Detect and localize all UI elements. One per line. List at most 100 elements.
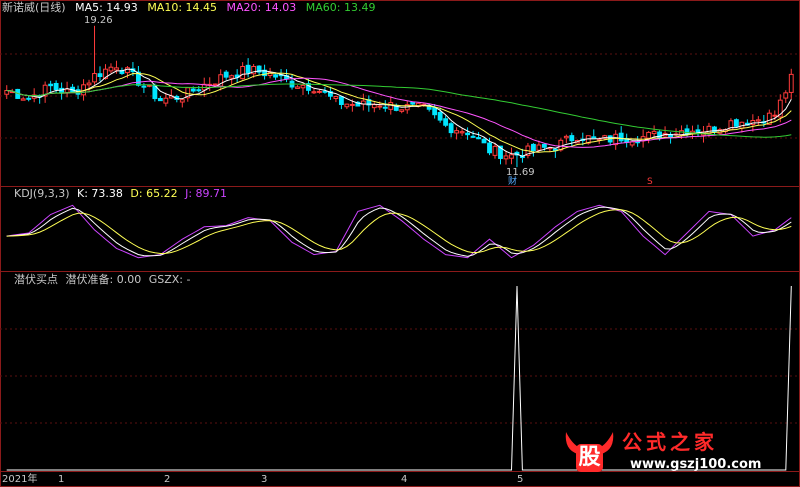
ma10-label: MA10: 14.45 bbox=[147, 1, 218, 14]
candle-body bbox=[651, 130, 657, 135]
candle-body bbox=[20, 98, 26, 101]
candle-body bbox=[470, 135, 476, 138]
x-axis-month: 1 bbox=[58, 474, 65, 485]
candle-body bbox=[300, 84, 306, 89]
stock-chart[interactable] bbox=[0, 0, 800, 487]
candle-body bbox=[92, 73, 97, 83]
candle-body bbox=[196, 89, 202, 92]
candle-body bbox=[454, 130, 460, 134]
candle-body bbox=[530, 143, 536, 152]
candle-body bbox=[146, 84, 152, 87]
signal-header: 潜伏买点 潜伏准备: 0.00 GSZX: - bbox=[14, 273, 190, 286]
candle-body bbox=[613, 133, 619, 146]
x-axis-month: 2 bbox=[164, 474, 171, 485]
candle-body bbox=[399, 109, 405, 112]
candle-body bbox=[97, 73, 103, 77]
signal-prep-label: 潜伏准备: 0.00 bbox=[65, 273, 142, 286]
finance-marker[interactable]: 财 bbox=[508, 176, 517, 189]
candle-body bbox=[558, 139, 564, 151]
candle-body bbox=[240, 65, 246, 80]
candle-body bbox=[476, 137, 481, 140]
candle-body bbox=[141, 85, 147, 88]
kdj-lines bbox=[6, 204, 792, 259]
candle-body bbox=[459, 131, 465, 134]
candle-body bbox=[322, 90, 328, 93]
kdj-header: KDJ(9,3,3) K: 73.38 D: 65.22 J: 89.71 bbox=[14, 187, 227, 200]
high-annotation: 19.26 bbox=[84, 15, 113, 26]
kdj-j-line bbox=[6, 204, 792, 259]
x-axis-year: 2021年 bbox=[2, 474, 38, 485]
ma5-label: MA5: 14.93 bbox=[75, 1, 138, 14]
candle-body bbox=[733, 119, 739, 127]
candle-body bbox=[783, 92, 789, 99]
kdj-j-label: J: 89.71 bbox=[185, 187, 228, 200]
candle-body bbox=[344, 103, 350, 108]
candle-body bbox=[563, 135, 569, 139]
candle-body bbox=[273, 74, 278, 78]
candle-body bbox=[338, 96, 344, 105]
candle-body bbox=[657, 131, 663, 139]
candle-body bbox=[481, 138, 487, 144]
candle-body bbox=[179, 99, 185, 103]
watermark-logo: 股 bbox=[562, 428, 617, 476]
candle-body bbox=[53, 83, 59, 91]
kdj-k-line bbox=[6, 206, 792, 257]
candle-body bbox=[509, 154, 514, 159]
candle-body bbox=[190, 88, 196, 92]
x-axis-month: 3 bbox=[261, 474, 268, 485]
candle-body bbox=[443, 118, 449, 126]
candle-body bbox=[108, 66, 114, 72]
candle-body bbox=[569, 135, 575, 142]
ma60-line bbox=[6, 83, 792, 138]
moving-average-lines bbox=[6, 68, 792, 157]
candle-body bbox=[487, 142, 492, 154]
candle-body bbox=[157, 97, 163, 102]
candle-body bbox=[212, 83, 218, 86]
candle-body bbox=[541, 143, 547, 148]
candle-body bbox=[646, 131, 652, 139]
candle-body bbox=[432, 106, 438, 116]
candle-body bbox=[388, 102, 394, 110]
candle-body bbox=[536, 144, 542, 151]
ma60-label: MA60: 13.49 bbox=[305, 1, 376, 14]
price-header: 新诺威(日线) MA5: 14.93 MA10: 14.45 MA20: 14.… bbox=[2, 1, 375, 14]
candle-body bbox=[382, 106, 388, 109]
candle-body bbox=[163, 97, 169, 104]
watermark-title: 公式之家 bbox=[622, 430, 718, 454]
candle-body bbox=[64, 88, 70, 94]
candle-body bbox=[788, 73, 794, 93]
candle-body bbox=[371, 104, 377, 109]
watermark-badge: 股 bbox=[578, 445, 601, 470]
signal-gszx-label: GSZX: - bbox=[148, 273, 191, 286]
candle-body bbox=[86, 82, 92, 86]
candle-body bbox=[426, 106, 432, 110]
candle-body bbox=[591, 136, 597, 139]
candle-body bbox=[245, 64, 251, 74]
candle-body bbox=[410, 101, 416, 105]
signal-s-marker[interactable]: S bbox=[647, 176, 653, 189]
candle-body bbox=[448, 123, 454, 134]
candle-body bbox=[349, 103, 355, 106]
candle-body bbox=[772, 114, 778, 117]
ma20-label: MA20: 14.03 bbox=[226, 1, 297, 14]
candle-body bbox=[295, 86, 300, 89]
candle-body bbox=[229, 75, 235, 79]
candle-body bbox=[26, 97, 32, 100]
candle-body bbox=[492, 145, 498, 156]
ma5-line bbox=[6, 68, 792, 157]
stock-name: 新诺威(日线) bbox=[2, 1, 66, 14]
candle-body bbox=[333, 96, 339, 100]
candle-body bbox=[503, 155, 509, 160]
kdj-name: KDJ(9,3,3) bbox=[14, 187, 70, 200]
watermark-url: www.gszj100.com bbox=[630, 457, 762, 472]
kdj-d-label: D: 65.22 bbox=[130, 187, 178, 200]
x-axis-month: 4 bbox=[401, 474, 408, 485]
candle-body bbox=[618, 132, 624, 142]
candle-body bbox=[377, 105, 383, 108]
candle-body bbox=[114, 67, 119, 71]
candle-body bbox=[125, 67, 130, 74]
candle-body bbox=[48, 83, 54, 87]
kdj-k-label: K: 73.38 bbox=[77, 187, 123, 200]
candle-body bbox=[465, 132, 470, 136]
candlestick-series[interactable] bbox=[4, 25, 794, 168]
